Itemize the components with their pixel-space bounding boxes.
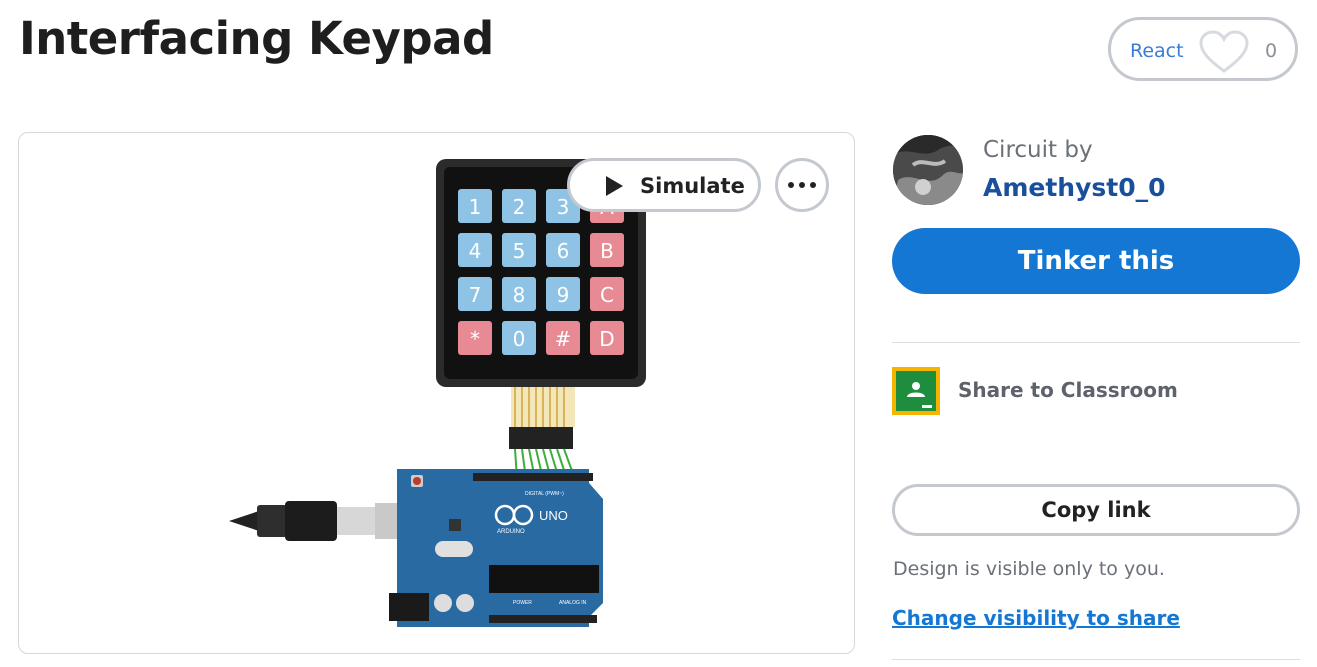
author-name-link[interactable]: Amethyst0_0 xyxy=(983,173,1166,202)
keypad-key-label: 5 xyxy=(513,239,526,263)
board-brand-label: ARDUINO xyxy=(497,529,525,535)
page-title: Interfacing Keypad xyxy=(19,12,494,65)
board-model-label: UNO xyxy=(539,508,568,523)
tinker-this-button[interactable]: Tinker this xyxy=(892,228,1300,294)
change-visibility-link[interactable]: Change visibility to share xyxy=(892,606,1180,630)
avatar-image xyxy=(893,135,963,205)
simulate-button[interactable]: Simulate xyxy=(567,158,761,212)
react-label: React xyxy=(1130,40,1184,62)
keypad-key-label: 6 xyxy=(557,239,570,263)
keypad-key-label: # xyxy=(555,327,572,351)
keypad-key-label: 8 xyxy=(513,283,526,307)
board-digital-label: DIGITAL (PWM~) xyxy=(525,491,564,497)
board-power-label: POWER xyxy=(513,600,532,606)
simulate-label: Simulate xyxy=(640,174,745,198)
keypad-key-label: D xyxy=(599,327,614,351)
google-classroom-icon[interactable] xyxy=(892,367,940,415)
keypad-key-label: 2 xyxy=(513,195,526,219)
arduino-board: UNO ARDUINO DIGITAL (PWM~) POWER ANALOG … xyxy=(389,469,603,627)
visibility-note: Design is visible only to you. xyxy=(893,558,1165,580)
keypad-key-label: 7 xyxy=(469,283,482,307)
keypad-key-label: 3 xyxy=(557,195,570,219)
keypad-key-label: 1 xyxy=(469,195,482,219)
play-icon xyxy=(606,176,623,196)
keypad-key-label: 4 xyxy=(469,239,482,263)
divider xyxy=(892,342,1300,343)
keypad-key-label: B xyxy=(600,239,614,263)
author-avatar[interactable] xyxy=(893,135,963,205)
more-options-button[interactable] xyxy=(775,158,829,212)
keypad-key-label: C xyxy=(600,283,614,307)
divider xyxy=(892,659,1300,660)
circuit-by-caption: Circuit by xyxy=(983,137,1093,163)
more-icon xyxy=(788,182,816,188)
keypad-ribbon-cable xyxy=(509,383,576,480)
react-button[interactable]: React 0 xyxy=(1108,17,1298,81)
board-analog-label: ANALOG IN xyxy=(559,600,587,606)
react-count: 0 xyxy=(1265,40,1278,62)
share-to-classroom-label[interactable]: Share to Classroom xyxy=(958,378,1178,402)
keypad-key-label: 9 xyxy=(557,283,570,307)
heart-icon xyxy=(1199,30,1249,73)
circuit-viewer[interactable]: 123A456B789C*0#D UNO ARDUINO xyxy=(18,132,855,654)
copy-link-button[interactable]: Copy link xyxy=(892,484,1300,536)
keypad-key-label: 0 xyxy=(513,327,526,351)
keypad-key-label: * xyxy=(470,327,480,351)
